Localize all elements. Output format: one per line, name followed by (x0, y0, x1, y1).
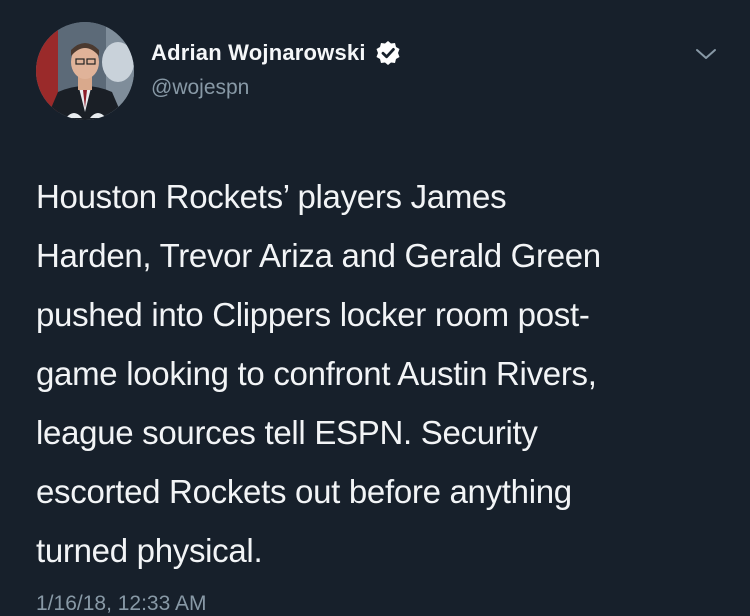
author-row: Adrian Wojnarowski (151, 40, 401, 66)
author-name[interactable]: Adrian Wojnarowski (151, 40, 366, 66)
author-handle[interactable]: @wojespn (151, 76, 249, 100)
tweet-card: Adrian Wojnarowski @wojespn Houston Rock… (0, 0, 750, 616)
avatar[interactable] (36, 22, 134, 120)
verified-badge-icon (376, 41, 400, 65)
chevron-down-icon[interactable] (693, 45, 719, 63)
tweet-text: Houston Rockets’ players James Harden, T… (36, 178, 601, 569)
tweet-timestamp[interactable]: 1/16/18, 12:33 AM (36, 592, 206, 616)
